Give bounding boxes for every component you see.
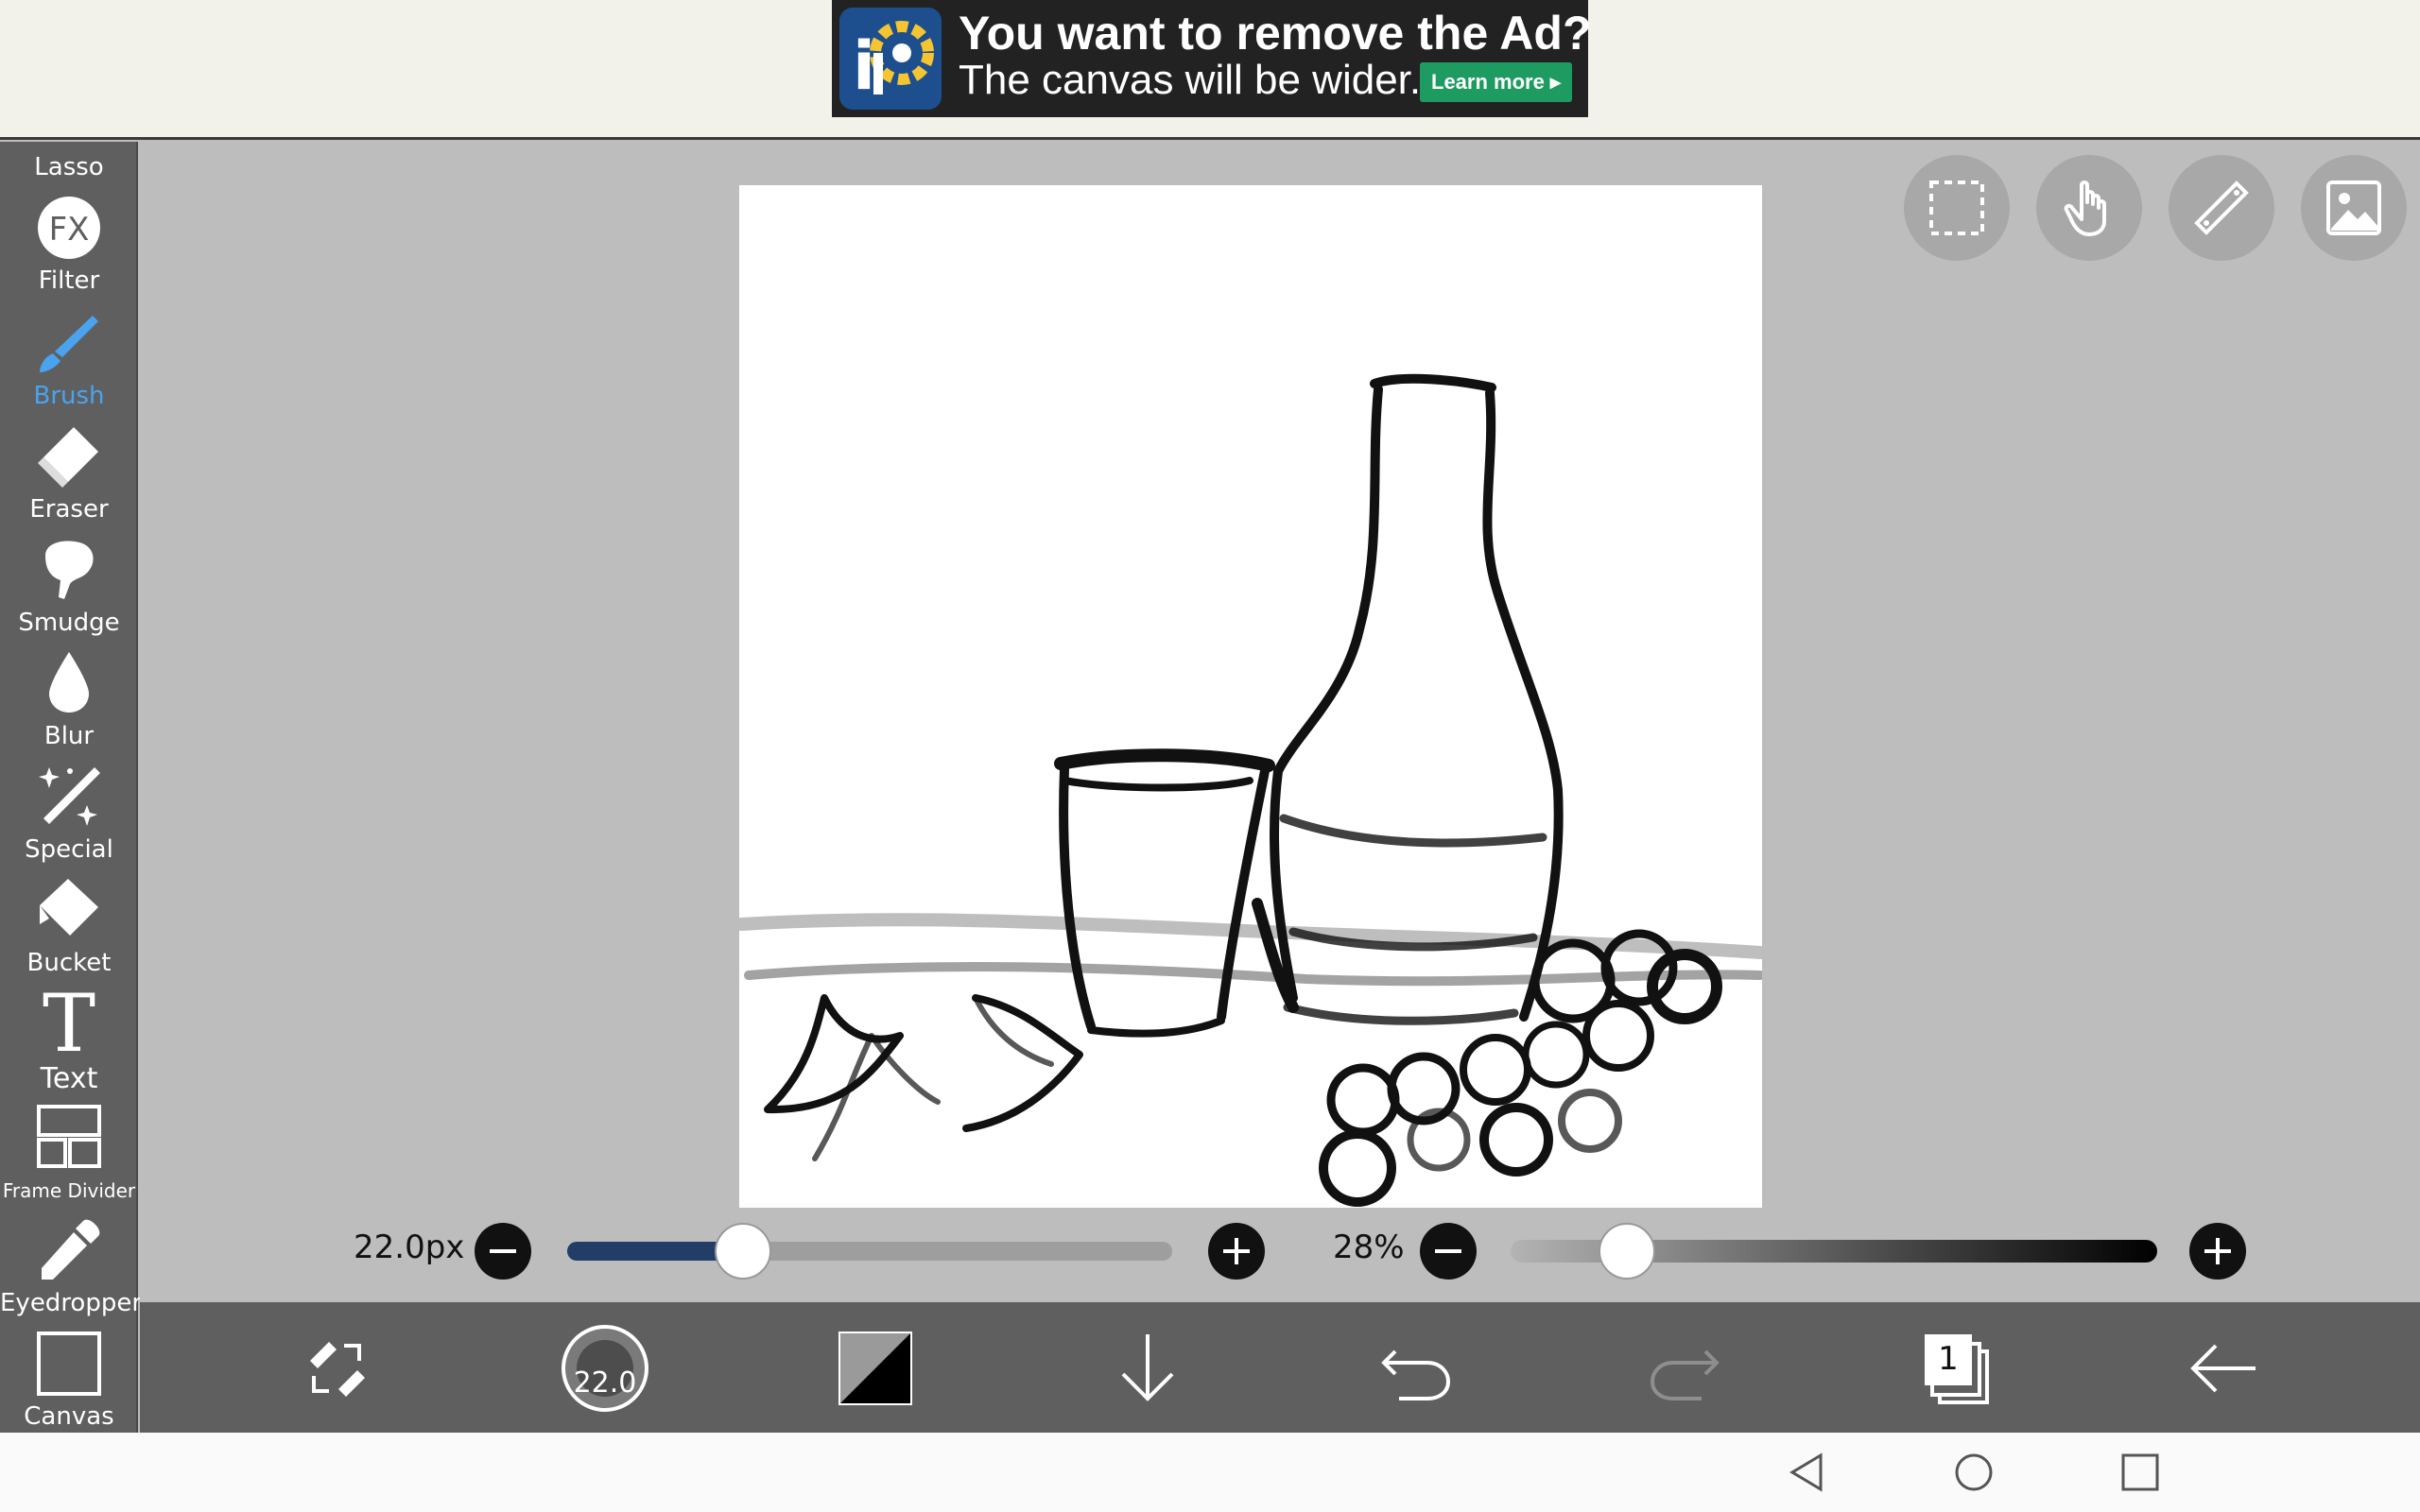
redo-button[interactable] [1639,1323,1730,1414]
tool-smudge[interactable]: Smudge [0,529,138,641]
tool-label: Text [40,1062,98,1095]
tool-eyedropper[interactable]: Eyedropper [0,1211,143,1323]
ad-bar: i You want to remove the Ad? The canvas … [0,0,2420,140]
ad-banner[interactable]: i You want to remove the Ad? The canvas … [832,0,1592,117]
nav-home-icon[interactable] [1953,1452,1995,1493]
layer-count: 1 [1938,1340,1959,1378]
download-icon [1121,1334,1174,1401]
opacity-value: 28% [1333,1228,1405,1266]
ruler-button[interactable] [2169,155,2274,261]
tool-label: Eyedropper [0,1289,143,1317]
tool-lasso[interactable]: Lasso [0,147,138,185]
frame-divider-icon [37,1105,101,1168]
tool-text[interactable]: T Text [0,983,138,1095]
blur-drop-icon [49,652,89,713]
transform-icon [310,1342,365,1397]
drawing-canvas[interactable] [735,185,1767,1208]
opacity-knob[interactable] [1599,1223,1656,1280]
tool-label: Lasso [34,153,104,181]
selection-icon [1929,180,1984,235]
tool-label: Smudge [18,609,120,637]
ad-title: You want to remove the Ad? [959,7,1592,60]
back-arrow-icon [2190,1344,2256,1393]
bucket-icon [40,879,98,936]
ruler-icon [2194,180,2249,235]
ibispaint-logo-icon: i [839,8,942,110]
hand-gesture-icon [2064,180,2106,236]
fx-icon: FX [38,197,100,259]
tool-bucket[interactable]: Bucket [0,869,138,981]
selection-button[interactable] [1904,155,2010,261]
brush-size-increase-button[interactable] [1208,1223,1265,1280]
eyedropper-icon [42,1219,100,1280]
brush-size-slider[interactable] [567,1242,1172,1261]
smudge-icon [45,541,94,599]
tool-frame-divider[interactable]: Frame Divider [0,1096,138,1210]
canvas-icon [37,1332,101,1396]
color-swatch-icon [838,1332,912,1405]
ad-learn-more-button[interactable]: Learn more ▸ [1420,62,1572,102]
tool-label: Frame Divider [2,1179,136,1202]
tool-filter[interactable]: FX Filter [0,191,138,301]
svg-text:i: i [853,27,875,105]
tool-sidebar: Lasso FX Filter Brush Eraser Smudge Blur [0,142,143,1433]
nav-back-icon[interactable] [1787,1452,1828,1493]
eraser-icon [38,427,98,488]
tool-label: Brush [33,382,105,410]
ad-subtitle: The canvas will be wider. [959,57,1422,103]
tool-label: Eraser [29,495,109,524]
tool-brush[interactable]: Brush [0,302,138,414]
back-button[interactable] [2178,1323,2269,1414]
tool-label: Bucket [26,949,112,977]
material-icon [2326,180,2381,235]
svg-text:T: T [43,985,95,1057]
sketch-drawing [735,373,1767,1207]
tool-eraser[interactable]: Eraser [0,416,138,527]
brush-size-decrease-button[interactable] [475,1223,531,1280]
opacity-increase-button[interactable] [2189,1223,2246,1280]
tool-label: Filter [38,266,100,295]
layers-button[interactable]: 1 [1910,1323,2000,1414]
hand-gesture-button[interactable] [2036,155,2142,261]
download-button[interactable] [1102,1323,1193,1414]
redo-icon [1650,1349,1720,1400]
transform-button[interactable] [291,1323,382,1414]
brush-size-knob[interactable] [714,1223,771,1280]
tool-label: Blur [43,722,95,750]
magic-wand-icon [39,767,100,826]
system-nav-bar [0,1433,2420,1512]
bottom-toolbar: 22.0 1 [140,1302,2420,1433]
nav-recents-icon[interactable] [2119,1452,2161,1493]
tool-special[interactable]: Special [0,756,138,868]
svg-text:FX: FX [49,211,90,249]
tool-label: Special [25,835,113,864]
brush-preview-label: 22.0 [573,1366,637,1400]
tool-blur[interactable]: Blur [0,643,138,754]
tool-canvas[interactable]: Canvas [0,1325,138,1433]
brush-size-value: 22.0px [354,1228,465,1266]
undo-icon [1381,1349,1451,1400]
undo-button[interactable] [1371,1323,1461,1414]
color-button[interactable] [830,1323,921,1414]
text-icon: T [43,985,95,1057]
brush-icon [40,316,98,372]
brush-preview-button[interactable]: 22.0 [560,1323,650,1414]
material-button[interactable] [2301,155,2407,261]
opacity-decrease-button[interactable] [1420,1223,1477,1280]
tool-label: Canvas [24,1402,114,1431]
